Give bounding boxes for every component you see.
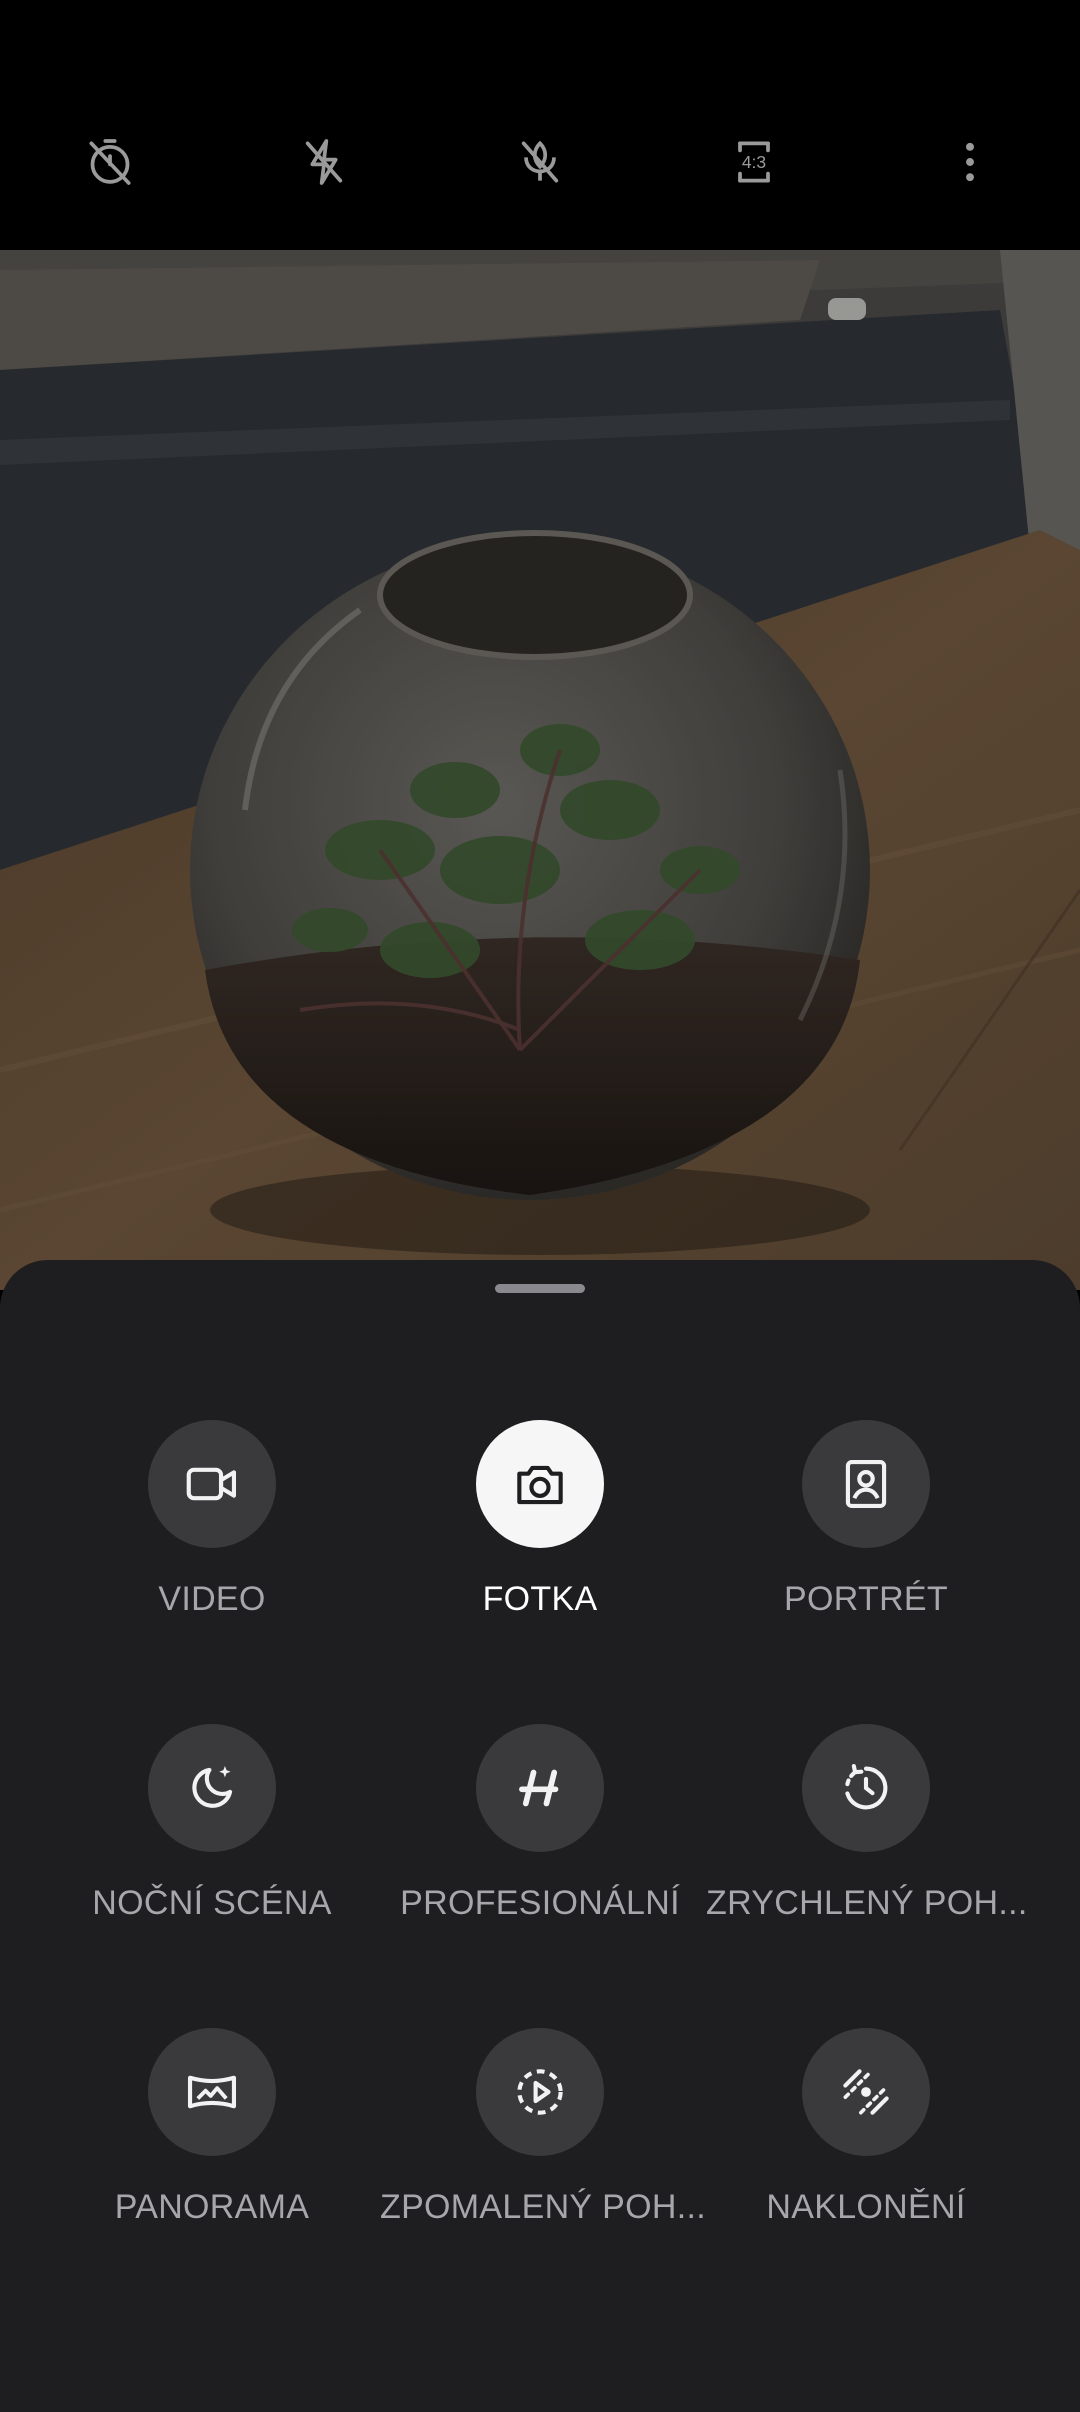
ai-scene-toggle-button[interactable] xyxy=(498,120,582,204)
mode-pro-circle xyxy=(476,1724,604,1852)
tilt-shift-icon xyxy=(843,2069,889,2115)
mode-slow-motion-circle xyxy=(476,2028,604,2156)
mode-photo-label: FOTKA xyxy=(482,1580,598,1618)
mode-timelapse-label: ZRYCHLENÝ POH... xyxy=(706,1884,1028,1922)
aspect-ratio-text: 4:3 xyxy=(742,152,766,172)
top-toolbar: 4:3 xyxy=(0,0,1080,250)
mode-selection-sheet: VIDEO FOTKA PORTRÉT NOČNÍ SCÉNA PROFESIO… xyxy=(0,1260,1080,2412)
flash-off-icon xyxy=(305,139,343,185)
mode-pro-button[interactable]: PROFESIONÁLNÍ xyxy=(380,1724,700,1944)
aspect-ratio-icon: 4:3 xyxy=(738,141,770,183)
mode-photo-button[interactable]: FOTKA xyxy=(380,1420,700,1640)
aspect-ratio-button[interactable]: 4:3 xyxy=(712,120,796,204)
timer-toggle-button[interactable] xyxy=(68,120,152,204)
mode-timelapse-button[interactable]: ZRYCHLENÝ POH... xyxy=(706,1724,1028,1944)
more-vert-icon xyxy=(966,142,974,182)
ai-scene-off-icon xyxy=(521,140,559,183)
mode-panorama-button[interactable]: PANORAMA xyxy=(52,2028,372,2248)
viewfinder-preview-image xyxy=(0,250,1080,1290)
mode-portrait-circle xyxy=(802,1420,930,1548)
mode-tilt-shift-circle xyxy=(802,2028,930,2156)
video-icon xyxy=(186,1467,237,1501)
mode-night-label: NOČNÍ SCÉNA xyxy=(92,1884,332,1922)
slow-motion-icon xyxy=(517,2069,563,2115)
mode-photo-circle xyxy=(476,1420,604,1548)
night-icon xyxy=(192,1766,233,1808)
flash-toggle-button[interactable] xyxy=(282,120,366,204)
timelapse-icon xyxy=(845,1763,888,1810)
mode-panorama-circle xyxy=(148,2028,276,2156)
mode-slow-motion-label: ZPOMALENÝ POH... xyxy=(380,2188,706,2226)
more-options-button[interactable] xyxy=(928,120,1012,204)
timer-off-icon xyxy=(89,139,131,185)
mode-tilt-shift-label: NAKLONĚNÍ xyxy=(766,2188,966,2226)
portrait-icon xyxy=(845,1459,887,1509)
camera-icon xyxy=(517,1465,563,1505)
mode-portrait-label: PORTRÉT xyxy=(784,1580,948,1618)
mode-panorama-label: PANORAMA xyxy=(114,2188,310,2226)
mode-night-button[interactable]: NOČNÍ SCÉNA xyxy=(52,1724,372,1944)
sheet-drag-handle[interactable] xyxy=(495,1284,585,1293)
camera-viewfinder[interactable] xyxy=(0,250,1080,1290)
mode-timelapse-circle xyxy=(802,1724,930,1852)
mode-portrait-button[interactable]: PORTRÉT xyxy=(706,1420,1026,1640)
panorama-icon xyxy=(187,2075,237,2109)
mode-video-label: VIDEO xyxy=(158,1580,266,1618)
mode-pro-label: PROFESIONÁLNÍ xyxy=(400,1884,680,1922)
camera-app: 4:3 VIDEO FOTKA PORTRÉT NOČNÍ SCÉNA PROF… xyxy=(0,0,1080,2412)
mode-night-circle xyxy=(148,1724,276,1852)
pro-icon xyxy=(519,1769,559,1807)
mode-video-button[interactable]: VIDEO xyxy=(52,1420,372,1640)
mode-video-circle xyxy=(148,1420,276,1548)
mode-slow-motion-button[interactable]: ZPOMALENÝ POH... xyxy=(380,2028,706,2248)
mode-tilt-shift-button[interactable]: NAKLONĚNÍ xyxy=(706,2028,1026,2248)
